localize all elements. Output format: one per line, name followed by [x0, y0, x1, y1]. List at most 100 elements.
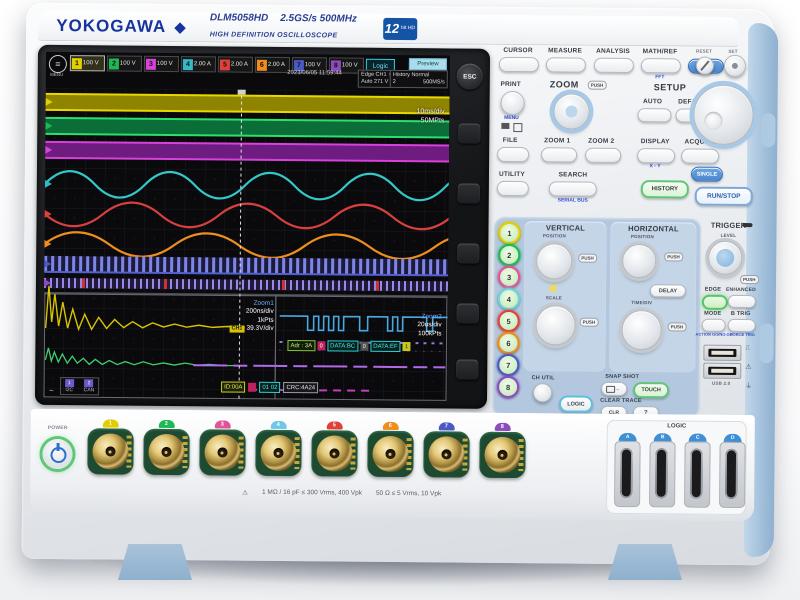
- ch5-button[interactable]: 5: [498, 310, 520, 332]
- history-button[interactable]: HISTORY: [641, 180, 689, 198]
- jog-dial[interactable]: [693, 85, 754, 146]
- enhanced-button[interactable]: [728, 295, 756, 308]
- preview-badge[interactable]: Preview: [409, 58, 447, 70]
- serial-bus-label: SERIAL BUS: [551, 197, 595, 203]
- bnc-connector[interactable]: [260, 435, 296, 471]
- print-button[interactable]: [500, 91, 524, 115]
- cursor-button[interactable]: [499, 57, 539, 72]
- run-stop-button[interactable]: RUN/STOP: [695, 187, 753, 207]
- bnc-ch8[interactable]: 8: [478, 423, 525, 478]
- bnc-ch2[interactable]: 2: [142, 420, 189, 475]
- ch4-button[interactable]: 4: [498, 288, 520, 310]
- bnc-connector[interactable]: [92, 433, 128, 469]
- stand-foot-right: [608, 544, 682, 580]
- bnc-connector[interactable]: [204, 434, 240, 470]
- bnc-ch7[interactable]: 7: [422, 422, 469, 477]
- logic-port-d[interactable]: D: [719, 434, 746, 508]
- horizontal-position-knob[interactable]: [622, 244, 656, 278]
- bnc-connector[interactable]: [148, 434, 184, 470]
- zoom-knob[interactable]: [553, 93, 589, 129]
- vertical-scale-label: SCALE: [524, 295, 584, 301]
- display-bezel: ≡ MENU 1100 V 2100 V 3100 V 42.00 A 52.0…: [35, 45, 490, 409]
- touch-button[interactable]: TOUCH: [633, 382, 669, 398]
- ch1-button[interactable]: 1: [498, 222, 520, 244]
- utility-button[interactable]: [497, 181, 529, 196]
- display-button[interactable]: [637, 148, 675, 163]
- channel-badge-4[interactable]: 42.00 A: [181, 56, 216, 72]
- bnc-ch4[interactable]: 4: [254, 421, 301, 476]
- ch2-button[interactable]: 2: [498, 244, 520, 266]
- channel-badge-6[interactable]: 62.00 A: [255, 57, 290, 73]
- esc-button[interactable]: ESC: [457, 64, 483, 90]
- bnc-ch3[interactable]: 3: [198, 420, 245, 475]
- channel-badge-1[interactable]: 1100 V: [70, 55, 105, 71]
- softkey-4[interactable]: [457, 304, 479, 324]
- ch7-button[interactable]: 7: [497, 354, 519, 376]
- measure-label: MEASURE: [542, 47, 588, 54]
- bnc-ch1[interactable]: 1: [86, 419, 133, 474]
- channel-badge-3[interactable]: 3100 V: [144, 56, 179, 72]
- vertical-position-knob[interactable]: [536, 243, 572, 279]
- mathref-button[interactable]: [641, 58, 681, 73]
- usb-port-1[interactable]: [703, 345, 741, 361]
- ch-util-button[interactable]: [533, 383, 552, 402]
- yokogawa-logo: YOKOGAWA: [56, 16, 166, 37]
- zoom1-button[interactable]: [541, 147, 577, 162]
- power-button[interactable]: [42, 439, 72, 469]
- zoom2-button[interactable]: [585, 148, 621, 163]
- analysis-button[interactable]: [594, 58, 634, 73]
- screen-menu-label: MENU: [47, 72, 67, 77]
- logic-port-c[interactable]: C: [684, 434, 711, 508]
- trigger-push-chip: PUSH: [740, 275, 759, 284]
- acquire-button[interactable]: [681, 148, 719, 163]
- bus-indicator-can[interactable]: 2 CAN: [84, 379, 95, 393]
- screen-menu-icon[interactable]: ≡: [49, 55, 67, 73]
- set-dot: [732, 63, 738, 69]
- mode-button[interactable]: [702, 319, 726, 332]
- channel-badge-5[interactable]: 52.00 A: [218, 56, 253, 72]
- set-button[interactable]: [724, 55, 746, 77]
- yokogawa-diamond-icon: ◆: [174, 18, 186, 36]
- reset-knob[interactable]: [696, 57, 714, 75]
- bnc-ch5[interactable]: 5: [310, 421, 357, 476]
- softkey-1[interactable]: [458, 124, 480, 144]
- setup-label: SETUP: [654, 82, 687, 92]
- snap-shot-button[interactable]: ~: [601, 382, 627, 396]
- b-trig-button[interactable]: [728, 319, 756, 332]
- warning-triangle-icon: ⚠: [242, 489, 248, 497]
- logic-button[interactable]: LOGIC: [559, 395, 593, 412]
- ch8-button[interactable]: 8: [497, 376, 519, 398]
- serial-frame-row: ID:00A 01 02 CRC:4A24: [221, 381, 318, 393]
- bnc-connector[interactable]: [316, 435, 352, 471]
- bnc-connector[interactable]: [484, 437, 520, 473]
- oscilloscope-screen[interactable]: ≡ MENU 1100 V 2100 V 3100 V 42.00 A 52.0…: [43, 52, 450, 402]
- decode-data1: DATA:BC: [327, 340, 358, 351]
- single-button[interactable]: SINGLE: [691, 167, 723, 182]
- set-label: SET: [722, 49, 744, 54]
- bnc-connector[interactable]: [372, 436, 408, 472]
- softkey-3[interactable]: [457, 244, 479, 264]
- vertical-scale-push-chip: PUSH: [580, 318, 599, 327]
- file-button[interactable]: [497, 147, 529, 162]
- softkey-5[interactable]: [456, 360, 478, 380]
- logic-port-b[interactable]: B: [649, 433, 676, 507]
- bnc-connector[interactable]: [428, 436, 464, 472]
- bnc-ch6[interactable]: 6: [366, 422, 413, 477]
- ch3-button[interactable]: 3: [498, 266, 520, 288]
- trigger-level-knob[interactable]: [708, 241, 742, 275]
- vertical-scale-knob[interactable]: [535, 305, 575, 345]
- search-button[interactable]: [549, 181, 597, 196]
- channel-badge-2[interactable]: 2100 V: [107, 55, 142, 71]
- measure-button[interactable]: [546, 57, 586, 72]
- ch-util-label: CH UTIL: [521, 375, 565, 381]
- model-rate: 2.5GS/s 500MHz: [280, 13, 357, 25]
- edge-button[interactable]: [702, 295, 728, 310]
- softkey-2[interactable]: [458, 184, 480, 204]
- logic-port-a[interactable]: A: [614, 433, 641, 507]
- timediv-knob[interactable]: [621, 310, 661, 350]
- usb-port-2[interactable]: [703, 363, 741, 379]
- auto-button[interactable]: [637, 108, 671, 122]
- bus-indicator-i2c[interactable]: 1 I2C: [65, 379, 74, 393]
- ch6-button[interactable]: 6: [497, 332, 519, 354]
- delay-button[interactable]: DELAY: [650, 284, 686, 297]
